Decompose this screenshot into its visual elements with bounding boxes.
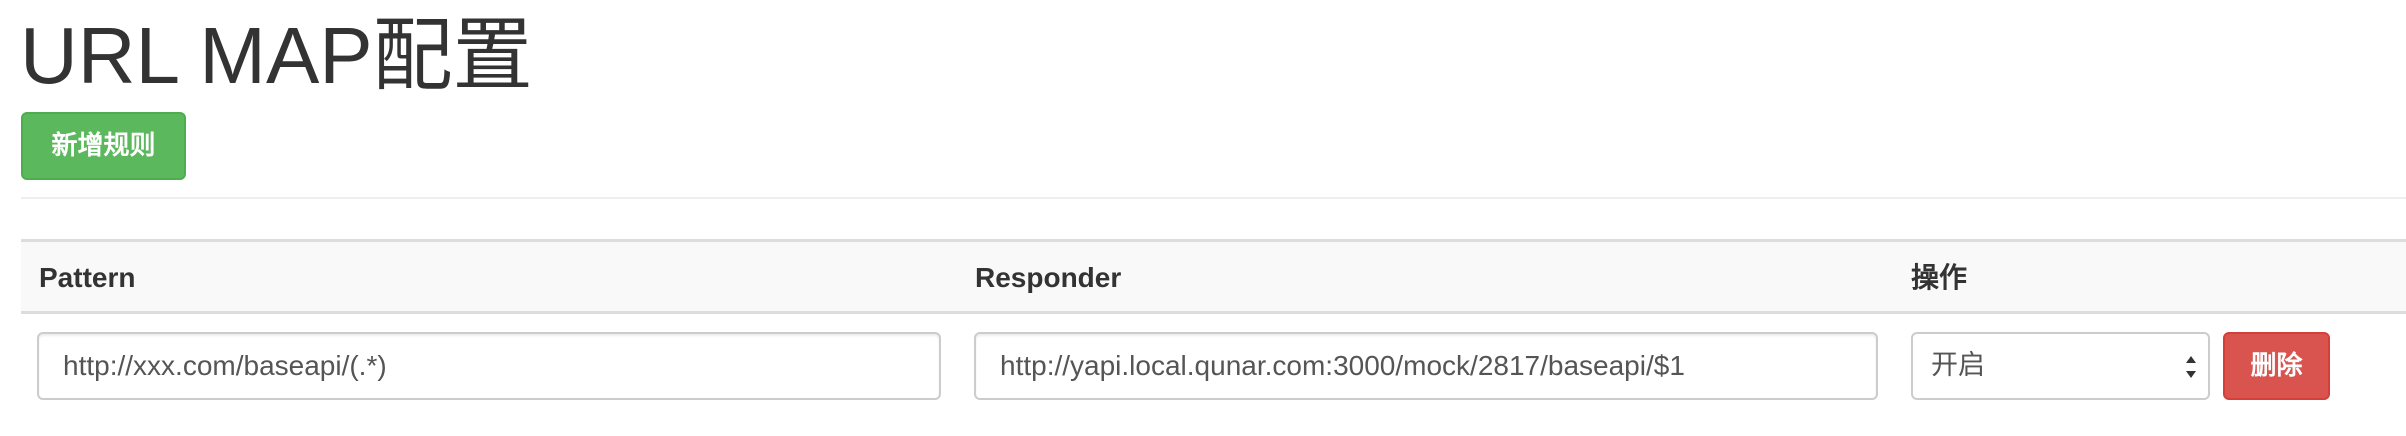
table-row: http://xxx.com/baseapi/(.*) http://yapi.…: [21, 314, 2406, 414]
select-arrows-icon: [2186, 356, 2196, 378]
status-select[interactable]: 开启: [1911, 332, 2210, 400]
column-header-pattern: Pattern: [39, 262, 136, 293]
status-select-value: 开启: [1931, 350, 1985, 381]
pattern-input[interactable]: http://xxx.com/baseapi/(.*): [37, 332, 941, 400]
page: URL MAP配置 新增规则 Pattern Responder 操作 http…: [0, 0, 2406, 436]
delete-button[interactable]: 删除: [2223, 332, 2330, 400]
add-rule-button[interactable]: 新增规则: [21, 112, 186, 180]
responder-input[interactable]: http://yapi.local.qunar.com:3000/mock/28…: [974, 332, 1878, 400]
page-title: URL MAP配置: [20, 11, 533, 100]
table-header: Pattern Responder 操作: [21, 239, 2406, 314]
divider: [21, 197, 2406, 199]
column-header-operation: 操作: [1911, 262, 1968, 293]
column-header-responder: Responder: [975, 262, 1122, 293]
